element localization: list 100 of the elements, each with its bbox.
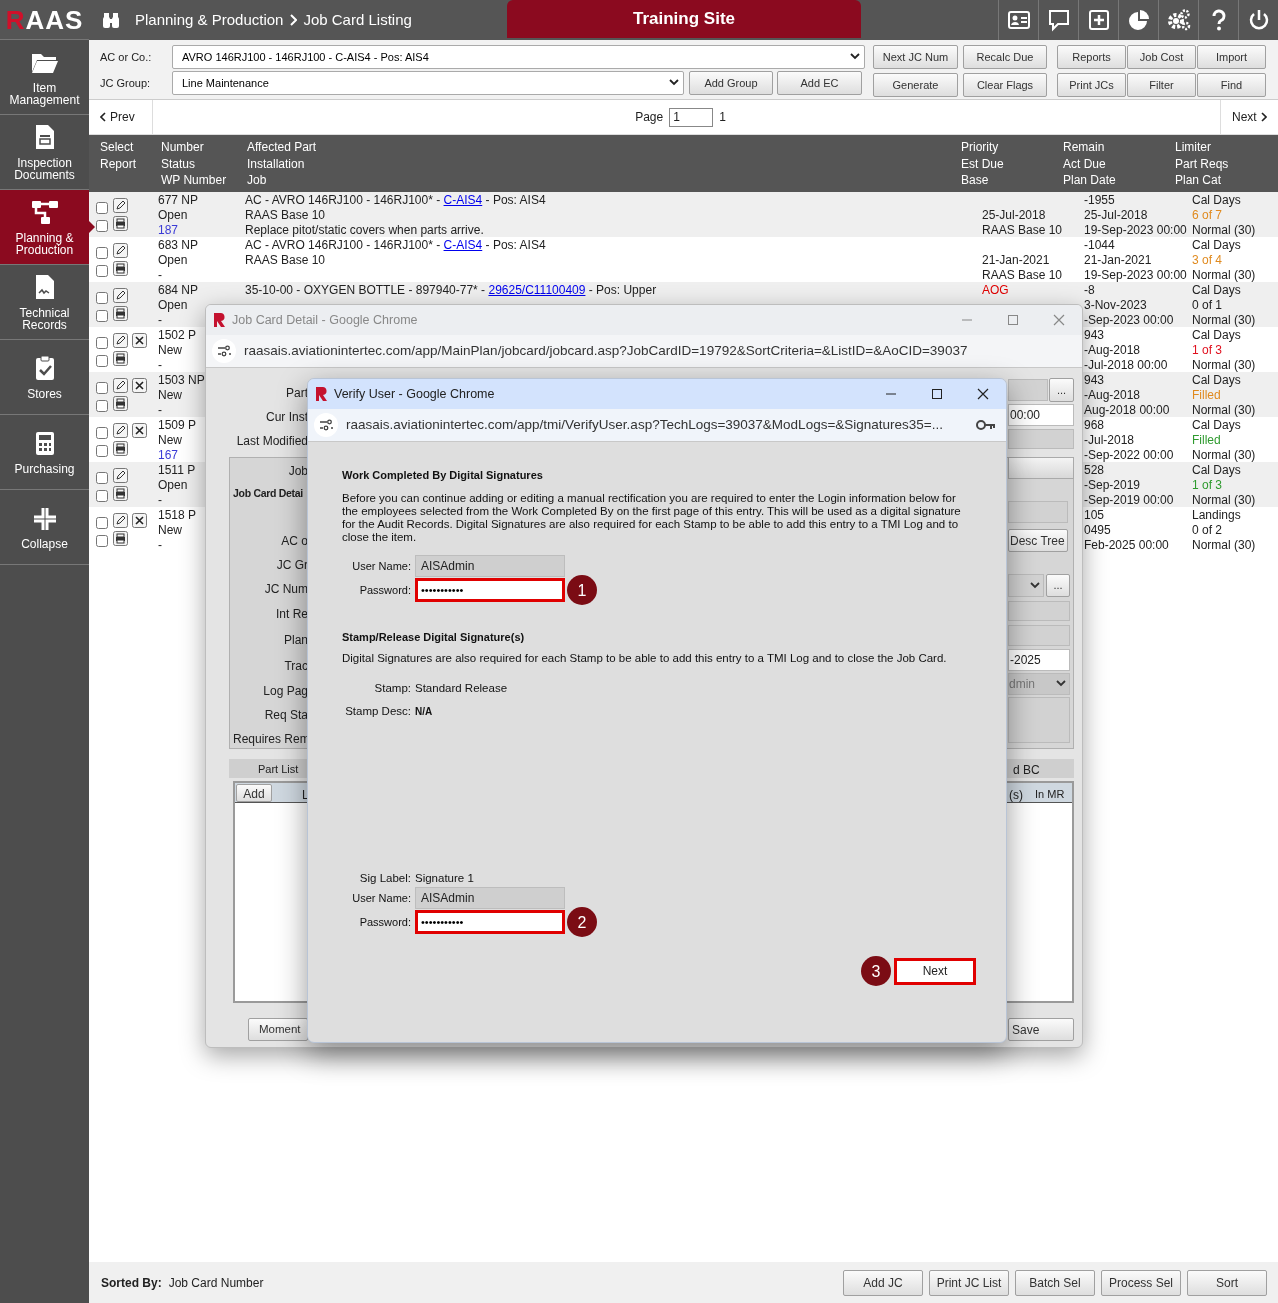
input-field[interactable]: AISAdmin	[415, 555, 565, 577]
site-settings-icon[interactable]	[314, 413, 338, 437]
link[interactable]: C-AIS4	[443, 193, 483, 207]
next-button[interactable]: Next	[1220, 99, 1278, 135]
add-square-icon[interactable]	[1086, 8, 1111, 32]
print-icon[interactable]	[113, 216, 128, 231]
sidebar-item[interactable]: Planning & Production	[0, 190, 89, 265]
button[interactable]: Add	[236, 784, 272, 802]
checkbox[interactable]	[96, 400, 108, 412]
column-header[interactable]: Number	[161, 139, 243, 156]
checkbox[interactable]	[96, 265, 108, 277]
checkbox[interactable]	[96, 427, 108, 439]
button[interactable]: Print JCs	[1057, 73, 1126, 97]
column-header[interactable]: Part Reqs	[1175, 155, 1277, 172]
input-field[interactable]	[1008, 625, 1070, 646]
input-field[interactable]: -2025	[1008, 649, 1070, 671]
button[interactable]: Moment	[248, 1018, 308, 1041]
checkbox[interactable]	[96, 202, 108, 214]
checkbox[interactable]	[96, 292, 108, 304]
checkbox[interactable]	[96, 247, 108, 259]
page-input[interactable]: 1	[669, 107, 714, 127]
button[interactable]: ...	[1046, 574, 1070, 597]
checkbox[interactable]	[96, 517, 108, 529]
edit-icon[interactable]	[113, 423, 128, 438]
column-header[interactable]: Limiter	[1175, 139, 1277, 156]
key-icon[interactable]	[976, 419, 996, 431]
column-header[interactable]: In MR	[1035, 786, 1065, 803]
column-header[interactable]: Priority	[961, 139, 1061, 156]
edit-icon[interactable]	[113, 243, 128, 258]
delete-icon[interactable]	[132, 513, 147, 528]
link[interactable]: 187	[158, 223, 179, 238]
id-card-icon[interactable]	[1006, 8, 1031, 32]
checkbox[interactable]	[96, 382, 108, 394]
print-icon[interactable]	[113, 396, 128, 411]
checkbox[interactable]	[96, 472, 108, 484]
input-field[interactable]	[1008, 379, 1048, 401]
checkbox[interactable]	[96, 445, 108, 457]
link[interactable]: 29625/C11100409	[488, 283, 586, 297]
link[interactable]: C-AIS4	[443, 238, 483, 252]
column-header[interactable]: Status	[161, 155, 243, 172]
column-header[interactable]: Act Due	[1063, 155, 1172, 172]
edit-icon[interactable]	[113, 468, 128, 483]
delete-icon[interactable]	[132, 333, 147, 348]
print-icon[interactable]	[113, 351, 128, 366]
button[interactable]: Find	[1197, 73, 1266, 97]
settings-icon[interactable]	[1166, 8, 1191, 32]
print-icon[interactable]	[113, 531, 128, 546]
button[interactable]: Save	[1008, 1018, 1074, 1041]
button[interactable]: Job Cost	[1127, 45, 1196, 69]
pie-chart-icon[interactable]	[1126, 8, 1151, 32]
column-header[interactable]: Base	[961, 172, 1061, 189]
chat-bubble-icon[interactable]	[1046, 8, 1071, 32]
delete-icon[interactable]	[132, 378, 147, 393]
edit-icon[interactable]	[113, 378, 128, 393]
column-header[interactable]: Installation	[247, 155, 959, 172]
dropdown[interactable]: AVRO 146RJ100 - 146RJ100 - C-AIS4 - Pos: AIS4	[172, 45, 865, 69]
column-header[interactable]: Remain	[1063, 139, 1172, 156]
column-header[interactable]: (s)	[1009, 786, 1023, 804]
column-header[interactable]: WP Number	[161, 172, 243, 189]
print-icon[interactable]	[113, 486, 128, 501]
print-icon[interactable]	[113, 441, 128, 456]
edit-icon[interactable]	[113, 333, 128, 348]
checkbox[interactable]	[96, 355, 108, 367]
site-settings-icon[interactable]	[212, 339, 236, 363]
dropdown[interactable]	[1008, 574, 1044, 597]
edit-icon[interactable]	[113, 288, 128, 303]
checkbox[interactable]	[96, 490, 108, 502]
checkbox[interactable]	[96, 337, 108, 349]
edit-icon[interactable]	[113, 513, 128, 528]
button[interactable]: Generate	[873, 73, 958, 97]
print-icon[interactable]	[113, 261, 128, 276]
column-header[interactable]: Report	[100, 155, 155, 172]
password-field[interactable]: •••••••••••	[415, 578, 565, 602]
input-field[interactable]: AISAdmin	[415, 887, 565, 909]
input-field[interactable]	[1008, 501, 1068, 523]
password-field[interactable]: •••••••••••	[415, 910, 565, 934]
checkbox[interactable]	[96, 220, 108, 232]
button[interactable]: ...	[1049, 378, 1074, 402]
button[interactable]: Clear Flags	[963, 73, 1047, 97]
button[interactable]: Process Sel	[1101, 1269, 1181, 1296]
print-icon[interactable]	[113, 306, 128, 321]
dropdown[interactable]: Line Maintenance	[172, 71, 684, 95]
edit-icon[interactable]	[113, 198, 128, 213]
input-field[interactable]: 00:00	[1008, 404, 1074, 426]
delete-icon[interactable]	[132, 423, 147, 438]
column-header[interactable]: Affected Part	[247, 139, 959, 156]
column-header[interactable]: Select	[100, 139, 155, 156]
column-header[interactable]: Est Due	[961, 155, 1061, 172]
button[interactable]: Filter	[1127, 73, 1196, 97]
button[interactable]: Print JC List	[929, 1269, 1009, 1296]
button[interactable]: Recalc Due	[963, 45, 1047, 69]
breadcrumb-link[interactable]: Planning & Production	[135, 8, 284, 32]
button[interactable]: Add EC	[777, 71, 862, 95]
input-field[interactable]	[1008, 601, 1070, 621]
button[interactable]: Next JC Num	[873, 45, 958, 69]
column-header[interactable]: Plan Cat	[1175, 172, 1277, 189]
button[interactable]: Import	[1197, 45, 1266, 69]
button[interactable]: Sort	[1187, 1269, 1267, 1296]
link[interactable]: 167	[158, 448, 179, 463]
column-header[interactable]: Plan Date	[1063, 172, 1172, 189]
